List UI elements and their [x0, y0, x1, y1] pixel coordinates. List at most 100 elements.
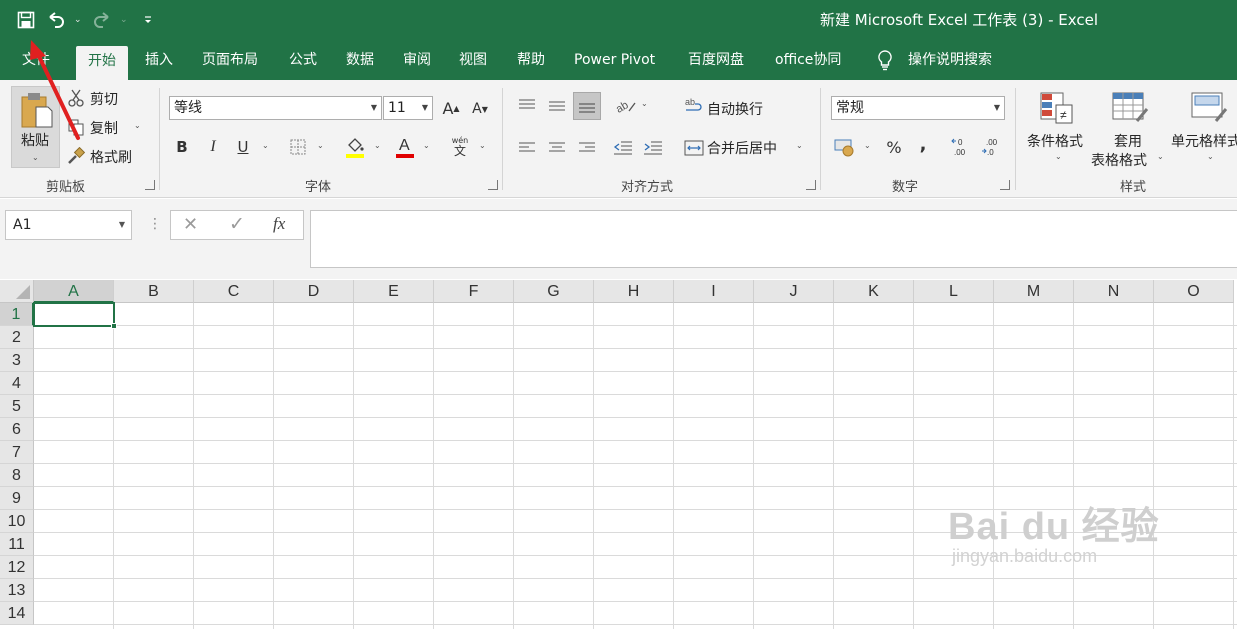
decrease-indent-icon[interactable] [611, 136, 635, 160]
phonetic-dropdown-icon[interactable]: ⌄ [479, 141, 486, 150]
number-launcher-icon[interactable] [1000, 180, 1010, 190]
tab-help[interactable]: 帮助 [517, 40, 545, 80]
comma-style-button[interactable]: , [913, 132, 933, 156]
borders-icon[interactable] [288, 136, 308, 158]
font-launcher-icon[interactable] [488, 180, 498, 190]
formula-bar-splitter[interactable]: ⋮ [148, 217, 162, 231]
tab-power-pivot[interactable]: Power Pivot [574, 40, 655, 80]
select-all-button[interactable] [0, 280, 34, 303]
formula-input[interactable] [310, 210, 1237, 268]
row-header-2[interactable]: 2 [0, 326, 34, 349]
tab-file[interactable]: 文件 [22, 40, 50, 80]
row-header-9[interactable]: 9 [0, 487, 34, 510]
format-painter-button[interactable]: 格式刷 [90, 147, 132, 167]
align-center-icon[interactable] [545, 136, 569, 160]
tab-page-layout[interactable]: 页面布局 [202, 40, 258, 80]
column-header-k[interactable]: K [834, 280, 914, 303]
enter-icon[interactable]: ✓ [229, 213, 245, 235]
active-cell[interactable] [33, 302, 115, 327]
row-header-10[interactable]: 10 [0, 510, 34, 533]
orientation-dropdown-icon[interactable]: ⌄ [641, 99, 648, 108]
row-header-12[interactable]: 12 [0, 556, 34, 579]
fill-color-icon[interactable] [343, 134, 367, 160]
column-header-m[interactable]: M [994, 280, 1074, 303]
increase-font-size-icon[interactable]: A ▲ [440, 96, 462, 120]
customize-toolbar-icon[interactable] [136, 8, 160, 32]
merge-dropdown-icon[interactable]: ⌄ [796, 141, 803, 150]
tab-home[interactable]: 开始 [76, 46, 128, 80]
tab-formulas[interactable]: 公式 [289, 40, 317, 80]
redo-dropdown-icon[interactable]: ⌄ [120, 15, 130, 25]
fill-color-dropdown-icon[interactable]: ⌄ [374, 141, 381, 150]
column-header-d[interactable]: D [274, 280, 354, 303]
paste-dropdown-icon[interactable]: ⌄ [32, 153, 39, 162]
fill-handle[interactable] [111, 323, 117, 329]
column-header-i[interactable]: I [674, 280, 754, 303]
align-middle-icon[interactable] [545, 94, 569, 118]
increase-indent-icon[interactable] [641, 136, 665, 160]
format-as-table-button[interactable]: 表格格式 [1091, 150, 1147, 170]
conditional-formatting-button[interactable]: 条件格式 [1027, 131, 1083, 151]
font-size-select[interactable]: 11 ▼ [383, 96, 433, 120]
column-header-b[interactable]: B [114, 280, 194, 303]
redo-icon[interactable] [90, 8, 114, 32]
column-header-g[interactable]: G [514, 280, 594, 303]
italic-icon[interactable]: I [203, 136, 223, 158]
row-header-8[interactable]: 8 [0, 464, 34, 487]
decrease-decimal-icon[interactable]: .00.0 [980, 134, 1004, 160]
orientation-icon[interactable]: ab [613, 94, 639, 118]
cut-button[interactable]: 剪切 [90, 89, 118, 109]
column-header-c[interactable]: C [194, 280, 274, 303]
row-header-14[interactable]: 14 [0, 602, 34, 625]
align-right-icon[interactable] [575, 136, 599, 160]
copy-button[interactable]: 复制 [90, 118, 118, 138]
decrease-font-size-icon[interactable]: A ▼ [470, 98, 490, 120]
paste-button[interactable]: 粘贴 ⌄ [11, 86, 60, 168]
tell-me-search[interactable]: 操作说明搜索 [876, 40, 992, 80]
conditional-dropdown-icon[interactable]: ⌄ [1055, 152, 1062, 161]
wrap-text-button[interactable]: 自动换行 [707, 99, 763, 119]
underline-icon[interactable]: U [233, 136, 253, 158]
format-table-dropdown-icon[interactable]: ⌄ [1157, 152, 1164, 161]
alignment-launcher-icon[interactable] [806, 180, 816, 190]
percent-style-button[interactable]: % [883, 135, 905, 159]
worksheet-grid[interactable]: ABCDEFGHIJKLMNO 1 2 3 4 5 6 7 8 9 10 11 12 13 14 [0, 280, 1237, 629]
tab-office-collab[interactable]: office协同 [775, 40, 841, 80]
align-left-icon[interactable] [515, 136, 539, 160]
column-header-o[interactable]: O [1154, 280, 1234, 303]
font-color-dropdown-icon[interactable]: ⌄ [423, 141, 430, 150]
font-color-icon[interactable]: A [393, 134, 417, 160]
cell-styles-button[interactable]: 单元格样式 [1171, 131, 1237, 151]
row-header-4[interactable]: 4 [0, 372, 34, 395]
column-header-n[interactable]: N [1074, 280, 1154, 303]
row-header-6[interactable]: 6 [0, 418, 34, 441]
row-header-13[interactable]: 13 [0, 579, 34, 602]
row-header-11[interactable]: 11 [0, 533, 34, 556]
column-header-l[interactable]: L [914, 280, 994, 303]
phonetic-guide-icon[interactable]: wén 文 [448, 134, 472, 160]
copy-dropdown-icon[interactable]: ⌄ [134, 121, 141, 130]
tab-baidu-netdisk[interactable]: 百度网盘 [688, 40, 744, 80]
clipboard-launcher-icon[interactable] [145, 180, 155, 190]
borders-dropdown-icon[interactable]: ⌄ [317, 141, 324, 150]
row-header-1[interactable]: 1 [0, 303, 34, 326]
tab-view[interactable]: 视图 [459, 40, 487, 80]
accounting-dropdown-icon[interactable]: ⌄ [864, 141, 871, 150]
underline-dropdown-icon[interactable]: ⌄ [262, 141, 269, 150]
name-box[interactable]: A1 ▼ [5, 210, 132, 240]
column-header-e[interactable]: E [354, 280, 434, 303]
tab-insert[interactable]: 插入 [145, 40, 173, 80]
save-icon[interactable] [14, 8, 38, 32]
number-format-select[interactable]: 常规 ▼ [831, 96, 1005, 120]
cell-styles-dropdown-icon[interactable]: ⌄ [1207, 152, 1214, 161]
row-header-7[interactable]: 7 [0, 441, 34, 464]
insert-function-icon[interactable]: fx [273, 214, 285, 234]
undo-dropdown-icon[interactable]: ⌄ [74, 15, 84, 25]
font-name-select[interactable]: 等线 ▼ [169, 96, 382, 120]
tab-review[interactable]: 审阅 [403, 40, 431, 80]
row-header-3[interactable]: 3 [0, 349, 34, 372]
row-header-5[interactable]: 5 [0, 395, 34, 418]
column-header-h[interactable]: H [594, 280, 674, 303]
undo-icon[interactable] [44, 8, 68, 32]
align-bottom-icon[interactable] [573, 92, 601, 120]
